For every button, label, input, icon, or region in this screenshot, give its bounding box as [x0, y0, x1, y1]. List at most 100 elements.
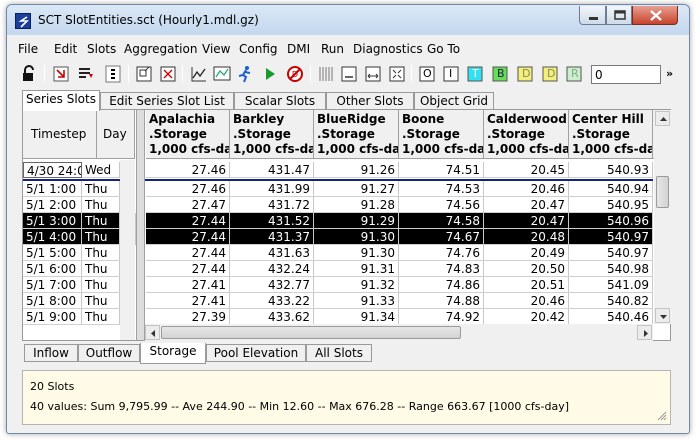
tab-series-slots[interactable]: Series Slots — [22, 90, 100, 111]
left-vertical-scrollbar[interactable] — [120, 160, 135, 340]
value-cell[interactable]: 432.77 — [230, 277, 314, 293]
value-cell[interactable]: 20.48 — [484, 229, 569, 245]
value-cell[interactable]: 540.96 — [569, 213, 653, 229]
vertical-scroll-thumb[interactable] — [656, 176, 669, 208]
column-header[interactable]: BlueRidge .Storage 1,000 cfs-day — [314, 110, 399, 159]
plot-icon[interactable] — [189, 64, 209, 84]
column-header[interactable]: Center Hill.Storage1,000 cfs-day — [569, 110, 653, 159]
menu-aggregation[interactable]: Aggregation — [124, 42, 197, 56]
title-bar[interactable]: SCT SlotEntities.sct (Hourly1.mdl.gz) — [7, 5, 689, 35]
value-cell[interactable]: 433.62 — [230, 309, 314, 325]
columns-view-icon[interactable] — [316, 64, 336, 84]
column-header[interactable]: Boone .Storage 1,000 cfs-day — [399, 110, 484, 159]
run-figure-icon[interactable] — [235, 64, 255, 84]
tab-other-slots[interactable]: Other Slots — [326, 92, 414, 110]
timestep-cell[interactable]: 5/1 6:00 — [23, 261, 82, 277]
day-cell[interactable]: Thu — [82, 261, 120, 277]
tab-scalar-slots[interactable]: Scalar Slots — [234, 92, 326, 110]
column-width-icon[interactable] — [363, 64, 383, 84]
day-cell[interactable]: Thu — [82, 277, 120, 293]
resize-grip-icon[interactable] — [657, 411, 667, 421]
value-cell[interactable]: 431.99 — [230, 181, 314, 197]
value-cell[interactable]: 27.41 — [146, 277, 230, 293]
value-cell[interactable]: 431.63 — [230, 245, 314, 261]
value-cell[interactable]: 540.98 — [569, 261, 653, 277]
value-cell[interactable]: 74.83 — [399, 261, 484, 277]
tab-all-slots[interactable]: All Slots — [306, 344, 372, 362]
flag-i-button[interactable]: I — [441, 64, 461, 84]
tab-edit-series-slot-list[interactable]: Edit Series Slot List — [100, 92, 234, 110]
menu-diagnostics[interactable]: Diagnostics — [353, 42, 423, 56]
tab-pool-elevation[interactable]: Pool Elevation — [206, 344, 306, 362]
timestep-cell[interactable]: 5/1 3:00 — [23, 213, 82, 229]
value-cell[interactable]: 91.31 — [314, 261, 399, 277]
menu-view[interactable]: View — [202, 42, 230, 56]
flag-d2-button[interactable]: D — [540, 64, 560, 84]
timestep-cell[interactable]: 5/1 5:00 — [23, 245, 82, 261]
value-cell[interactable]: 20.45 — [484, 162, 569, 178]
right-vertical-scrollbar[interactable] — [654, 110, 671, 324]
filter-icon[interactable] — [76, 64, 96, 84]
minimize-button[interactable] — [579, 6, 606, 25]
value-cell[interactable]: 540.97 — [569, 245, 653, 261]
timestep-cell[interactable]: 5/1 4:00 — [23, 229, 82, 245]
scroll-left-button[interactable] — [145, 325, 160, 340]
value-cell[interactable]: 74.92 — [399, 309, 484, 325]
toolbar-overflow-button[interactable]: » — [666, 67, 673, 80]
menu-go-to[interactable]: Go To — [427, 42, 460, 56]
lock-icon[interactable] — [19, 64, 39, 84]
flag-r-button[interactable]: R — [564, 64, 584, 84]
day-cell[interactable]: Thu — [82, 229, 120, 245]
horizontal-scrollbar[interactable] — [145, 324, 653, 341]
value-cell[interactable]: 27.41 — [146, 293, 230, 309]
value-cell[interactable]: 540.93 — [569, 162, 653, 178]
header-timestep[interactable]: Timestep — [23, 110, 97, 159]
timestep-cell[interactable]: 5/1 2:00 — [23, 197, 82, 213]
horizontal-scroll-thumb[interactable] — [161, 326, 461, 339]
column-header[interactable]: Barkley.Storage1,000 cfs-day — [230, 110, 314, 159]
value-cell[interactable]: 20.49 — [484, 245, 569, 261]
menu-dmi[interactable]: DMI — [287, 42, 310, 56]
tab-outflow[interactable]: Outflow — [78, 344, 140, 362]
value-cell[interactable]: 20.46 — [484, 181, 569, 197]
column-icon[interactable] — [103, 64, 123, 84]
value-cell[interactable]: 27.44 — [146, 213, 230, 229]
value-cell[interactable]: 20.46 — [484, 293, 569, 309]
value-cell[interactable]: 91.28 — [314, 197, 399, 213]
value-cell[interactable]: 20.51 — [484, 277, 569, 293]
value-cell[interactable]: 74.56 — [399, 197, 484, 213]
value-input[interactable] — [591, 65, 661, 84]
menu-edit[interactable]: Edit — [54, 42, 77, 56]
menu-slots[interactable]: Slots — [87, 42, 116, 56]
value-cell[interactable]: 74.67 — [399, 229, 484, 245]
value-cell[interactable]: 91.32 — [314, 277, 399, 293]
flag-d-button[interactable]: D — [515, 64, 535, 84]
value-cell[interactable]: 433.22 — [230, 293, 314, 309]
value-cell[interactable]: 91.33 — [314, 293, 399, 309]
value-cell[interactable]: 74.86 — [399, 277, 484, 293]
menu-file[interactable]: File — [18, 42, 38, 56]
value-cell[interactable]: 74.58 — [399, 213, 484, 229]
value-cell[interactable]: 27.44 — [146, 261, 230, 277]
timestep-cell[interactable]: 5/1 1:00 — [23, 181, 82, 197]
value-cell[interactable]: 540.94 — [569, 181, 653, 197]
value-cell[interactable]: 74.88 — [399, 293, 484, 309]
value-cell[interactable]: 431.37 — [230, 229, 314, 245]
flag-b-button[interactable]: B — [490, 64, 510, 84]
close-button[interactable] — [632, 6, 678, 25]
value-cell[interactable]: 91.30 — [314, 245, 399, 261]
play-icon[interactable] — [260, 64, 280, 84]
day-cell[interactable]: Wed — [82, 162, 120, 178]
day-cell[interactable]: Thu — [82, 213, 120, 229]
day-cell[interactable]: Thu — [82, 197, 120, 213]
scroll-up-button[interactable] — [655, 111, 670, 126]
timestep-cell[interactable]: 5/1 8:00 — [23, 293, 82, 309]
day-cell[interactable]: Thu — [82, 181, 120, 197]
day-cell[interactable]: Thu — [82, 309, 120, 325]
value-cell[interactable]: 541.09 — [569, 277, 653, 293]
timestep-cell[interactable]: 4/30 24:00 — [23, 162, 82, 178]
menu-config[interactable]: Config — [239, 42, 278, 56]
maximize-button[interactable] — [606, 6, 632, 25]
value-cell[interactable]: 540.97 — [569, 229, 653, 245]
timestep-cell[interactable]: 5/1 9:00 — [23, 309, 82, 325]
